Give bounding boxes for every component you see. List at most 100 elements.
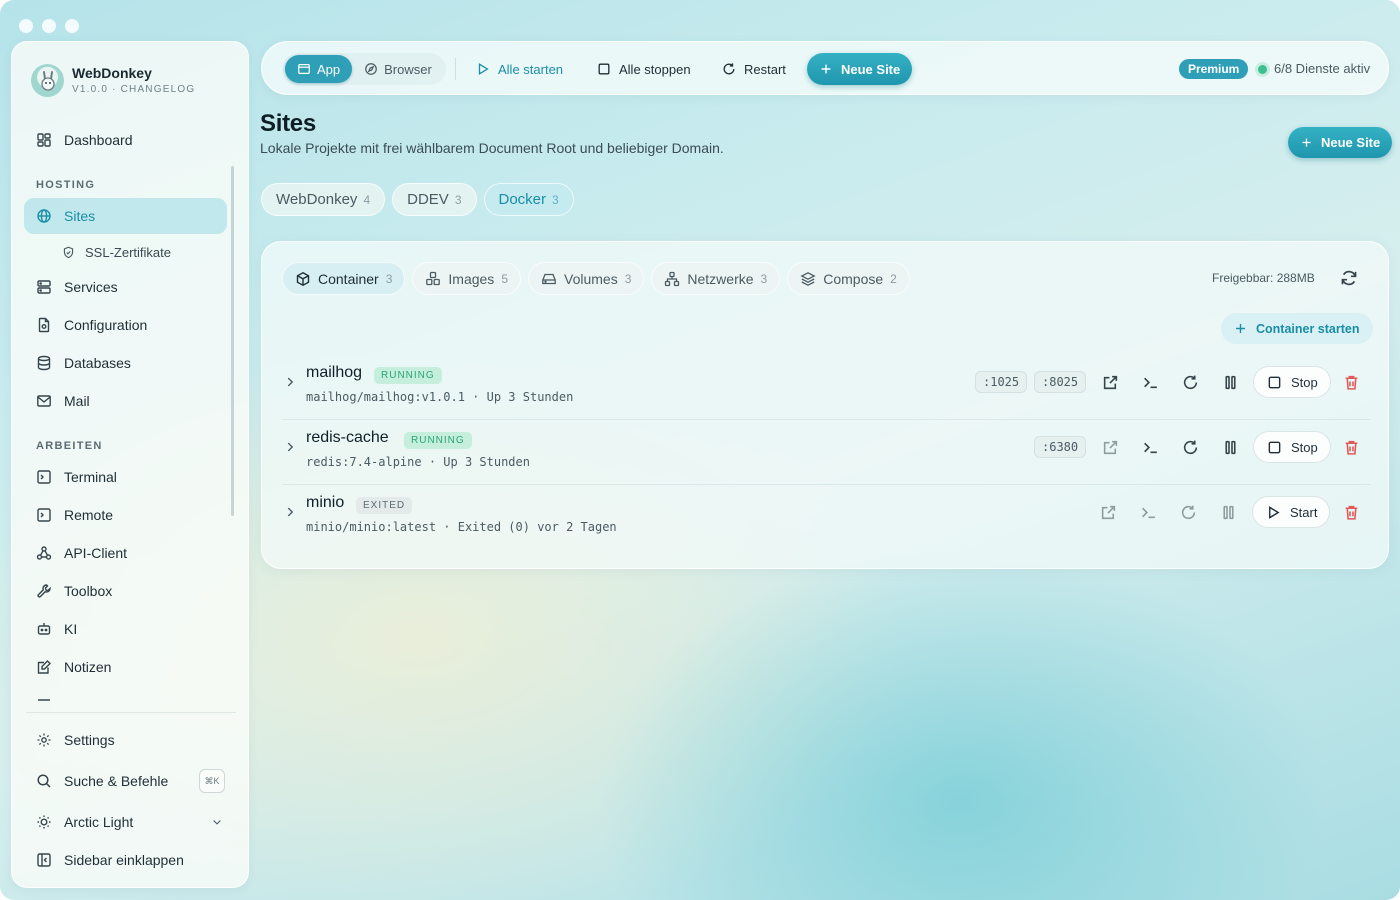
tab-webdonkey[interactable]: WebDonkey 4 — [261, 183, 386, 216]
sidebar-collapse-button[interactable]: Sidebar einklappen — [24, 842, 227, 878]
file-settings-icon — [38, 317, 50, 333]
tab-images[interactable]: Images 5 — [412, 262, 521, 295]
toolbar: App Browser Alle starten Alle stoppen Re… — [261, 41, 1389, 95]
pause-button[interactable] — [1218, 502, 1238, 522]
status-dot — [1258, 65, 1267, 74]
close-window-button[interactable] — [19, 19, 33, 33]
tab-compose[interactable]: Compose 2 — [787, 262, 910, 295]
theme-selector[interactable]: Arctic Light — [24, 804, 227, 840]
delete-container-button[interactable] — [1341, 502, 1361, 522]
brand[interactable]: WebDonkey V1.0.0 · CHANGELOG — [31, 64, 195, 97]
sidebar-item-dashboard[interactable]: Dashboard — [24, 122, 227, 158]
theme-label: Arctic Light — [64, 814, 134, 830]
port-badge[interactable]: :6380 — [1034, 436, 1087, 458]
sidebar-item-terminal[interactable]: Terminal — [24, 459, 227, 495]
sidebar-item-mail[interactable]: Mail — [24, 383, 227, 419]
restart-container-button[interactable] — [1180, 437, 1200, 457]
remote-terminal-icon — [37, 508, 51, 522]
server-icon — [37, 280, 51, 294]
new-site-button[interactable]: Neue Site — [807, 53, 913, 85]
sidebar-item-remote[interactable]: Remote — [24, 497, 227, 533]
open-external-button[interactable] — [1100, 437, 1120, 457]
sidebar-item-toolbox[interactable]: Toolbox — [24, 573, 227, 609]
start-container-button[interactable]: Start — [1252, 496, 1331, 528]
port-badge[interactable]: :1025 — [975, 371, 1028, 393]
square-icon — [598, 63, 610, 75]
docker-resource-tabs: Container 3 Images 5 Volumes 3 Netzwerke… — [282, 262, 910, 295]
square-icon — [1268, 441, 1281, 453]
boxes-icon — [426, 271, 441, 285]
stop-all-button[interactable]: Alle stoppen — [589, 53, 699, 85]
webhook-icon — [36, 546, 52, 560]
page-title: Sites — [260, 110, 316, 137]
tab-container[interactable]: Container 3 — [282, 262, 406, 295]
sidebar-item-configuration[interactable]: Configuration — [24, 307, 227, 343]
open-external-button[interactable] — [1100, 372, 1120, 392]
restart-container-button[interactable] — [1178, 502, 1198, 522]
tab-label: Images — [448, 270, 495, 287]
stop-container-button[interactable]: Stop — [1253, 366, 1331, 398]
sidebar-item-label: Services — [64, 279, 118, 295]
sidebar-item-label: Configuration — [64, 317, 148, 333]
terminal-button[interactable] — [1140, 372, 1160, 392]
tab-ddev[interactable]: DDEV 3 — [392, 183, 477, 216]
sidebar-scrollbar[interactable] — [231, 166, 234, 516]
sidebar-item-notizen[interactable]: Notizen — [24, 649, 227, 685]
services-status[interactable]: 6/8 Dienste aktiv — [1274, 61, 1370, 76]
sidebar-item-label: KI — [64, 621, 78, 637]
page-new-site-label: Neue Site — [1321, 135, 1381, 150]
terminal-button[interactable] — [1138, 502, 1158, 522]
open-external-button[interactable] — [1098, 502, 1118, 522]
mode-app-button[interactable]: App — [285, 55, 353, 83]
rotate-icon — [1183, 375, 1197, 389]
start-all-button[interactable]: Alle starten — [468, 53, 571, 85]
terminal-prompt-icon — [1143, 377, 1157, 388]
sidebar-item-ki[interactable]: KI — [24, 611, 227, 647]
pause-button[interactable] — [1220, 372, 1240, 392]
mode-browser-button[interactable]: Browser — [352, 55, 444, 83]
page-new-site-button[interactable]: Neue Site — [1288, 127, 1393, 158]
chevron-right-icon[interactable] — [283, 375, 297, 389]
tab-netzwerke[interactable]: Netzwerke 3 — [651, 262, 781, 295]
restart-container-button[interactable] — [1180, 372, 1200, 392]
chevron-right-icon[interactable] — [283, 505, 297, 519]
port-badge[interactable]: :8025 — [1034, 371, 1087, 393]
container-row[interactable]: redis-cache RUNNING redis:7.4-alpine · U… — [282, 420, 1370, 485]
sidebar-item-services[interactable]: Services — [24, 269, 227, 305]
status-badge: EXITED — [356, 497, 413, 514]
trash-icon — [1345, 440, 1357, 455]
terminal-button[interactable] — [1140, 437, 1160, 457]
pause-button[interactable] — [1220, 437, 1240, 457]
donkey-icon — [31, 64, 64, 97]
start-all-label: Alle starten — [498, 61, 564, 77]
container-row[interactable]: mailhog RUNNING mailhog/mailhog:v1.0.1 ·… — [282, 355, 1370, 420]
sidebar-item-api-client[interactable]: API-Client — [24, 535, 227, 571]
pause-icon — [1222, 505, 1234, 519]
container-start-button[interactable]: Container starten — [1221, 313, 1373, 344]
plus-icon — [821, 64, 831, 74]
stop-container-button[interactable]: Stop — [1253, 431, 1331, 463]
site-type-tabs: WebDonkey 4 DDEV 3 Docker 3 — [261, 183, 574, 216]
sidebar-item-databases[interactable]: Databases — [24, 345, 227, 381]
delete-container-button[interactable] — [1341, 372, 1361, 392]
view-mode-switch: App Browser — [283, 53, 446, 85]
sidebar-item-label: Remote — [64, 507, 114, 523]
external-link-icon — [1103, 440, 1117, 454]
sidebar-item-sites[interactable]: Sites — [24, 198, 227, 234]
sidebar-item-search[interactable]: Suche & Befehle ⌘K — [24, 763, 227, 799]
tab-volumes[interactable]: Volumes 3 — [528, 262, 645, 295]
sidebar-item-settings[interactable]: Settings — [24, 722, 227, 758]
maximize-window-button[interactable] — [65, 19, 79, 33]
restart-button[interactable]: Restart — [714, 53, 794, 85]
minimize-window-button[interactable] — [42, 19, 56, 33]
refresh-icon[interactable] — [1340, 269, 1358, 287]
chevron-right-icon[interactable] — [283, 440, 297, 454]
premium-badge[interactable]: Premium — [1179, 59, 1249, 79]
tab-docker[interactable]: Docker 3 — [483, 183, 574, 216]
sidebar-item-partial[interactable] — [24, 687, 227, 705]
container-row[interactable]: minio EXITED minio/minio:latest · Exited… — [282, 485, 1370, 550]
status-badge: RUNNING — [404, 432, 472, 449]
sidebar-item-ssl[interactable]: SSL-Zertifikate — [24, 234, 227, 270]
delete-container-button[interactable] — [1341, 437, 1361, 457]
version-changelog-link[interactable]: V1.0.0 · CHANGELOG — [72, 83, 195, 96]
